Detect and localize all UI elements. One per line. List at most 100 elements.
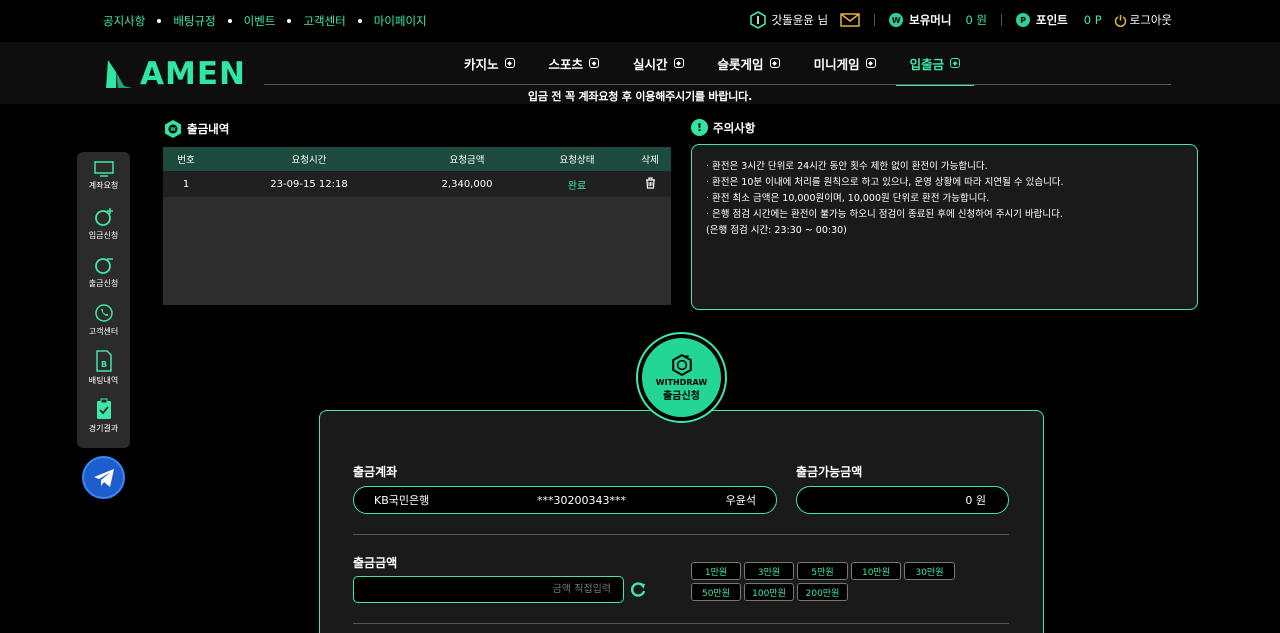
clipboard-check-icon (96, 398, 111, 419)
monitor-icon (93, 161, 114, 177)
header-delete: 삭제 (641, 155, 659, 166)
cell-amount: 2,340,000 (441, 178, 493, 190)
refresh-icon[interactable] (629, 581, 647, 599)
menu-label: 미니게임 (813, 56, 860, 72)
menu-minigame[interactable]: 미니게임 ◆ (800, 42, 890, 84)
link-customer-center[interactable]: 고객센터 (303, 13, 345, 29)
cell-status: 완료 (567, 180, 587, 192)
menu-gem-icon: ◆ (673, 58, 684, 68)
menu-slot[interactable]: 슬롯게임 ◆ (704, 42, 794, 84)
caution-line: · 환전 최소 금액은 10,000원이며, 10,000원 단위로 환전 가능… (706, 193, 990, 204)
phone-icon (94, 304, 113, 322)
available-field: 0 원 (796, 486, 1009, 514)
amount-label: 출금금액 (353, 556, 398, 570)
deposit-notice: 입금 전 꼭 계좌요청 후 이용해주시기를 바랍니다. (527, 90, 753, 103)
link-event[interactable]: 이벤트 (244, 13, 276, 29)
sidebar-item-account-request[interactable]: 계좌요청 (77, 152, 130, 200)
link-notice[interactable]: 공지사항 (103, 13, 145, 29)
top-links: 공지사항 배팅규정 이벤트 고객센터 마이페이지 (103, 13, 427, 29)
caution-title-text: 주의사항 (713, 120, 756, 135)
sidebar-item-withdraw[interactable]: 출금신청 (77, 248, 130, 296)
history-title-text: 출금내역 (187, 122, 230, 136)
user-shield-icon (749, 11, 766, 29)
menu-sports[interactable]: 스포츠 ◆ (535, 42, 614, 84)
caution-box: · 환전은 3시간 단위로 24시간 동안 횟수 제한 없이 환전이 가능합니다… (691, 144, 1198, 310)
menu-deposit-withdraw[interactable]: 입출금 ◆ (895, 42, 975, 86)
sidebar-label: 고객센터 (88, 327, 119, 336)
deposit-coin-icon (94, 208, 113, 226)
sidebar-item-deposit[interactable]: 입금신청 (77, 200, 130, 248)
quick-amount-button[interactable]: 30만원 (904, 562, 955, 580)
amount-input[interactable] (353, 576, 624, 603)
account-field: KB국민은행 ***30200343*** 우윤석 (353, 486, 777, 514)
user-box: 갓돌윤윤 님 W 보유머니 0 원 P 포인트 0 P 로그아웃 (749, 10, 1172, 30)
menu-label: 카지노 (464, 56, 499, 72)
bank-name: KB국민은행 (374, 494, 430, 507)
link-betting-rules[interactable]: 배팅규정 (173, 13, 215, 29)
top-bar: 공지사항 배팅규정 이벤트 고객센터 마이페이지 갓돌윤윤 님 W 보유머니 0… (0, 0, 1280, 42)
money-label: 보유머니 (909, 13, 952, 27)
history-title: W 출금내역 (163, 119, 229, 139)
withdraw-hex-icon (671, 353, 692, 376)
delete-button[interactable] (629, 176, 671, 192)
quick-sidebar: 계좌요청 입금신청 출금신청 고객센터 B 배팅내역 경기결과 (77, 152, 130, 448)
telegram-button[interactable] (82, 456, 125, 499)
document-icon: B (95, 350, 112, 372)
badge-en: WITHDRAW (655, 377, 708, 387)
separator (1001, 14, 1002, 26)
menu-gem-icon: ◆ (950, 58, 961, 68)
cell-no: 1 (182, 178, 190, 190)
quick-amount-button[interactable]: 10만원 (851, 562, 901, 580)
withdraw-coin-icon (94, 258, 113, 274)
menu-gem-icon: ◆ (769, 58, 780, 68)
sidebar-item-game-results[interactable]: 경기결과 (77, 392, 130, 440)
quick-amount-button[interactable]: 1만원 (691, 562, 741, 580)
sidebar-label: 입금신청 (88, 231, 119, 240)
telegram-icon (93, 468, 114, 487)
menu-casino[interactable]: 카지노 ◆ (450, 42, 529, 84)
header-status: 요청상태 (559, 155, 595, 166)
sidebar-item-betting-history[interactable]: B 배팅내역 (77, 344, 130, 392)
header-no: 번호 (177, 155, 195, 166)
money-value: 0 원 (965, 13, 987, 27)
caution-title: ! 주의사항 (691, 119, 755, 136)
withdraw-hex-icon: W (165, 120, 181, 138)
logout-button[interactable]: 로그아웃 (1130, 12, 1172, 28)
quick-amount-button[interactable]: 100만원 (744, 583, 794, 601)
power-icon[interactable] (1114, 14, 1127, 27)
form-divider (353, 534, 1009, 535)
withdraw-history-table: 번호 요청시간 요청금액 요청상태 삭제 1 23-09-15 12:18 2,… (163, 147, 671, 305)
link-mypage[interactable]: 마이페이지 (374, 13, 427, 29)
username: 갓돌윤윤 님 (771, 13, 829, 27)
menu-gem-icon: ◆ (865, 58, 876, 68)
caution-line: (은행 점검 시간: 23:30 ~ 00:30) (706, 225, 847, 236)
badge-ko: 출금신청 (663, 390, 700, 402)
svg-text:W: W (170, 127, 176, 133)
menu-label: 슬롯게임 (717, 56, 764, 72)
mail-icon[interactable] (840, 13, 860, 27)
caution-line: · 환전은 10분 이내에 처리를 원칙으로 하고 있으나, 운영 상황에 따라… (706, 177, 1064, 188)
exclamation-icon: ! (691, 119, 708, 136)
sidebar-label: 출금신청 (88, 279, 119, 288)
dot-separator (227, 19, 232, 23)
praying-hands-icon (106, 60, 132, 88)
table-row: 1 23-09-15 12:18 2,340,000 완료 (163, 171, 671, 197)
cell-time: 23-09-15 12:18 (270, 178, 348, 190)
quick-amount-button[interactable]: 3만원 (744, 562, 794, 580)
quick-amount-button[interactable]: 50만원 (691, 583, 741, 601)
quick-amount-button[interactable]: 200만원 (797, 583, 848, 601)
quick-amount-button[interactable]: 5만원 (797, 562, 848, 580)
menu-gem-icon: ◆ (589, 58, 600, 68)
form-divider (353, 623, 1009, 624)
account-holder: 우윤석 (725, 494, 756, 507)
menu-live[interactable]: 실시간 ◆ (619, 42, 698, 84)
sidebar-item-customer-center[interactable]: 고객센터 (77, 296, 130, 344)
account-label: 출금계좌 (353, 465, 398, 479)
point-coin-icon: P (1016, 13, 1030, 27)
separator (874, 14, 876, 26)
sidebar-label: 배팅내역 (88, 376, 119, 385)
logo[interactable]: AMEN (102, 56, 246, 92)
header-time: 요청시간 (291, 155, 327, 166)
withdraw-badge-inner: WITHDRAW 출금신청 (642, 338, 721, 417)
dot-separator (357, 19, 362, 23)
